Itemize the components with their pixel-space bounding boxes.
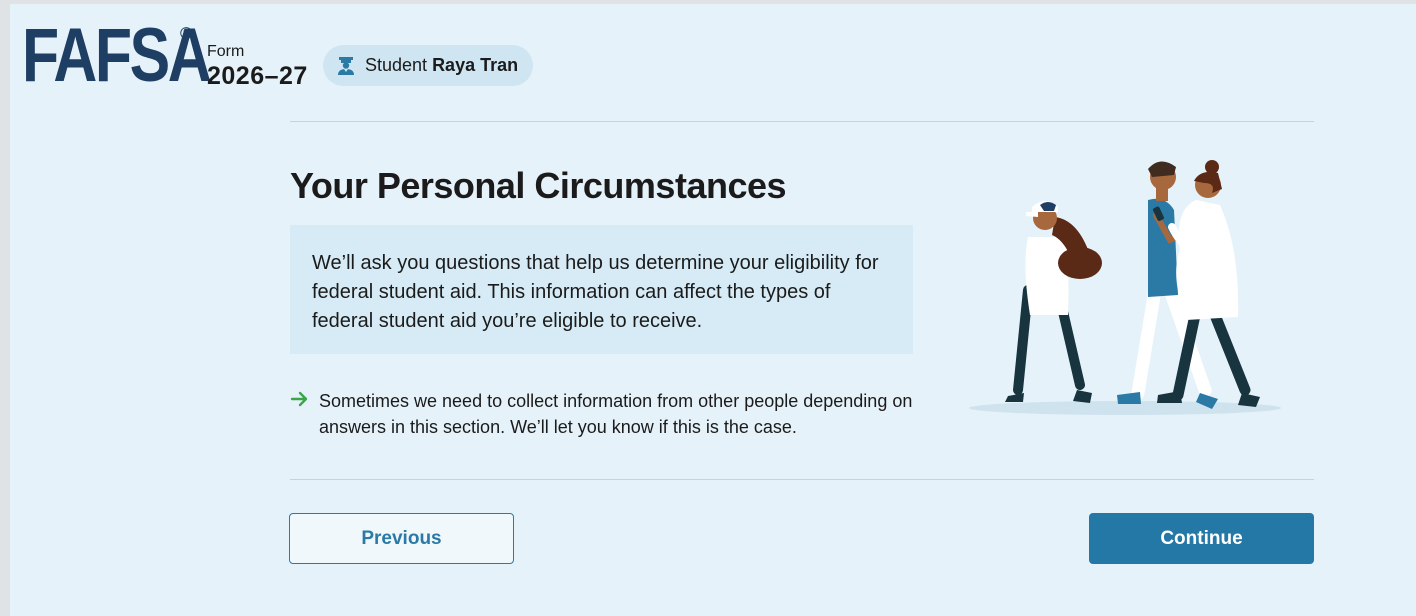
continue-button[interactable]: Continue (1089, 513, 1314, 564)
graduate-icon (338, 56, 354, 75)
student-name: Raya Tran (432, 55, 519, 75)
info-box: We’ll ask you questions that help us det… (290, 225, 913, 354)
info-text: We’ll ask you questions that help us det… (312, 252, 879, 332)
people-walking-illustration (960, 155, 1290, 425)
form-label: Form (207, 43, 245, 60)
registered-mark: ® (180, 24, 193, 43)
student-badge: Student Raya Tran (323, 45, 533, 86)
arrow-right-icon (290, 388, 319, 440)
bottom-divider (290, 479, 1314, 480)
previous-button[interactable]: Previous (289, 513, 514, 564)
page-title: Your Personal Circumstances (290, 165, 787, 206)
page: FAFSA ® Form 2026–27 Student Raya Tran Y… (0, 0, 1416, 616)
form-year: 2026–27 (207, 62, 308, 90)
note: Sometimes we need to collect information… (290, 388, 930, 440)
note-text: Sometimes we need to collect information… (319, 391, 913, 437)
student-label: Student (365, 55, 428, 75)
top-divider (290, 121, 1314, 122)
